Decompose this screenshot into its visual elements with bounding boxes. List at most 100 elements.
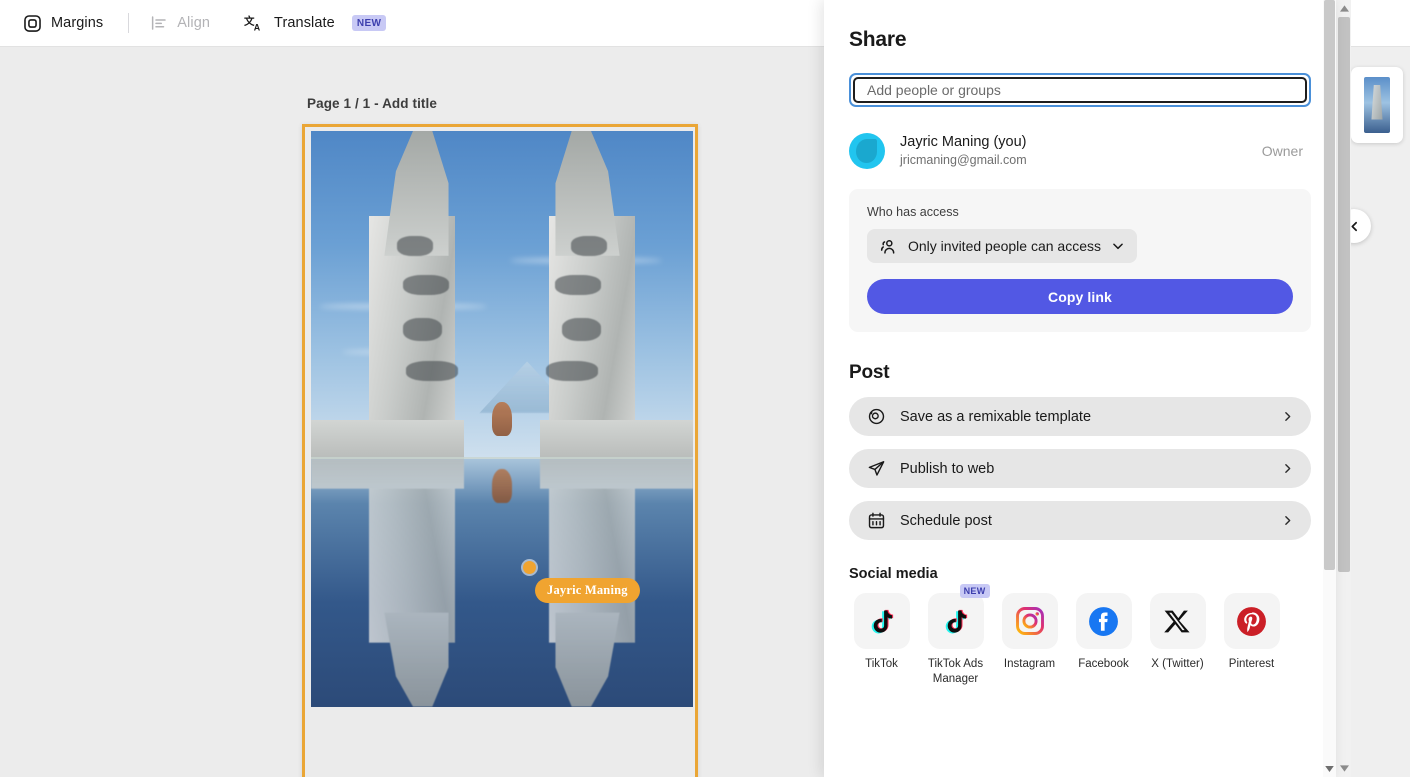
owner-email: jricmaning@gmail.com xyxy=(900,152,1262,169)
paper-plane-icon xyxy=(867,459,886,478)
pinterest-icon xyxy=(1235,605,1268,638)
page-wrapper: Jayric Maning xyxy=(302,124,698,777)
owner-role-label: Owner xyxy=(1262,143,1311,159)
schedule-post-label: Schedule post xyxy=(900,513,1281,529)
gate-carving xyxy=(546,361,598,381)
page-title-label[interactable]: Page 1 / 1 - Add title xyxy=(307,96,437,111)
copy-link-button[interactable]: Copy link xyxy=(867,279,1293,314)
app-root: Margins Align 文 A Translat xyxy=(0,0,1410,777)
gate-carving xyxy=(406,361,458,381)
tiktok-icon xyxy=(866,605,898,637)
translate-new-badge: NEW xyxy=(352,15,387,31)
share-panel-title: Share xyxy=(849,28,1311,52)
collaborator-name-label: Jayric Maning xyxy=(535,578,640,603)
social-share-pinterest[interactable]: Pinterest xyxy=(1219,593,1284,687)
scrollbar-thumb[interactable] xyxy=(1338,17,1350,572)
photo-gate-right xyxy=(540,131,693,459)
owner-row: Jayric Maning (you) jricmaning@gmail.com… xyxy=(849,130,1311,172)
margins-button[interactable]: Margins xyxy=(14,6,112,40)
translate-button[interactable]: 文 A Translate NEW xyxy=(235,6,395,40)
owner-name: Jayric Maning (you) xyxy=(900,133,1262,153)
translate-icon: 文 A xyxy=(244,13,265,33)
add-people-input[interactable] xyxy=(853,77,1307,103)
save-as-remixable-template-row[interactable]: Save as a remixable template xyxy=(849,397,1311,436)
owner-meta: Jayric Maning (you) jricmaning@gmail.com xyxy=(900,133,1262,169)
calendar-icon xyxy=(867,511,886,530)
people-icon xyxy=(879,237,898,256)
gate-base-wall xyxy=(311,420,464,459)
instagram-icon xyxy=(1014,605,1046,637)
margins-label: Margins xyxy=(51,15,103,31)
social-label: Instagram xyxy=(1004,657,1055,672)
gate-spire xyxy=(384,613,448,707)
social-share-facebook[interactable]: Facebook xyxy=(1071,593,1136,687)
social-share-tiktok[interactable]: TikTok xyxy=(849,593,914,687)
gate-carving xyxy=(397,236,434,256)
who-has-access-label: Who has access xyxy=(867,205,1293,219)
gate-spire xyxy=(555,613,619,707)
remix-template-icon xyxy=(867,407,886,426)
who-has-access-card: Who has access Only invited people can a… xyxy=(849,189,1311,332)
photo-person-reflection xyxy=(492,469,512,503)
facebook-icon xyxy=(1087,605,1120,638)
access-level-dropdown[interactable]: Only invited people can access xyxy=(867,229,1137,263)
schedule-post-row[interactable]: Schedule post xyxy=(849,501,1311,540)
share-panel-scroll-down-icon[interactable] xyxy=(1323,762,1336,775)
social-media-grid: TikTok NEW TikTok Ads Manager xyxy=(849,593,1311,687)
social-share-x-twitter[interactable]: X (Twitter) xyxy=(1145,593,1210,687)
page-sheet-selected[interactable] xyxy=(302,124,698,777)
window-vertical-scrollbar[interactable] xyxy=(1335,0,1351,777)
social-label: Pinterest xyxy=(1229,657,1274,672)
social-tile: NEW xyxy=(928,593,984,649)
translate-label: Translate xyxy=(274,15,335,31)
publish-to-web-label: Publish to web xyxy=(900,461,1281,477)
social-label: TikTok Ads Manager xyxy=(923,657,988,687)
social-share-instagram[interactable]: Instagram xyxy=(997,593,1062,687)
invite-field-focus-ring xyxy=(849,73,1311,107)
social-share-tiktok-ads-manager[interactable]: NEW TikTok Ads Manager xyxy=(923,593,988,687)
svg-text:A: A xyxy=(254,22,261,32)
gate-base-wall xyxy=(540,459,693,489)
align-button[interactable]: Align xyxy=(141,6,219,40)
scroll-up-arrow-icon[interactable] xyxy=(1336,0,1352,17)
gate-reflection-left xyxy=(311,459,464,707)
tiktok-ads-new-badge: NEW xyxy=(960,584,990,598)
share-panel-scrollbar-thumb[interactable] xyxy=(1324,0,1335,570)
gate-carving xyxy=(403,318,443,341)
publish-to-web-row[interactable]: Publish to web xyxy=(849,449,1311,488)
social-tile xyxy=(1150,593,1206,649)
scroll-down-arrow-icon[interactable] xyxy=(1336,760,1352,777)
chevron-right-icon xyxy=(1281,410,1294,423)
share-panel: Share Jayric Maning (you) jricmaning@gma… xyxy=(824,0,1336,777)
social-tile xyxy=(1002,593,1058,649)
gate-carving xyxy=(571,236,608,256)
page-photo-bali-gates[interactable] xyxy=(311,131,693,707)
x-twitter-icon xyxy=(1163,607,1192,636)
align-left-icon xyxy=(150,14,168,32)
gate-base-wall xyxy=(311,459,464,489)
post-section-title: Post xyxy=(849,362,1311,384)
social-label: TikTok xyxy=(865,657,898,672)
social-tile xyxy=(1224,593,1280,649)
collaborator-dot-icon xyxy=(523,561,536,574)
save-as-remixable-template-label: Save as a remixable template xyxy=(900,409,1281,425)
avatar xyxy=(849,133,885,169)
social-label: Facebook xyxy=(1078,657,1129,672)
photo-gate-left xyxy=(311,131,464,459)
chevron-right-icon xyxy=(1281,514,1294,527)
gate-carving xyxy=(562,318,602,341)
margins-icon xyxy=(23,14,42,33)
access-level-value: Only invited people can access xyxy=(908,238,1101,254)
page-thumbnail-1[interactable] xyxy=(1351,67,1403,143)
gate-base-wall xyxy=(540,420,693,459)
collaborator-cursor: Jayric Maning xyxy=(523,561,536,574)
gate-carving xyxy=(555,275,601,295)
share-panel-scrollbar[interactable] xyxy=(1323,0,1336,777)
align-label: Align xyxy=(177,15,210,31)
social-label: X (Twitter) xyxy=(1151,657,1203,672)
chevron-down-icon xyxy=(1111,239,1125,253)
chevron-right-icon xyxy=(1281,462,1294,475)
photo-person xyxy=(492,402,512,436)
page-thumbnail-image xyxy=(1364,77,1390,133)
social-media-section-title: Social media xyxy=(849,566,1311,582)
